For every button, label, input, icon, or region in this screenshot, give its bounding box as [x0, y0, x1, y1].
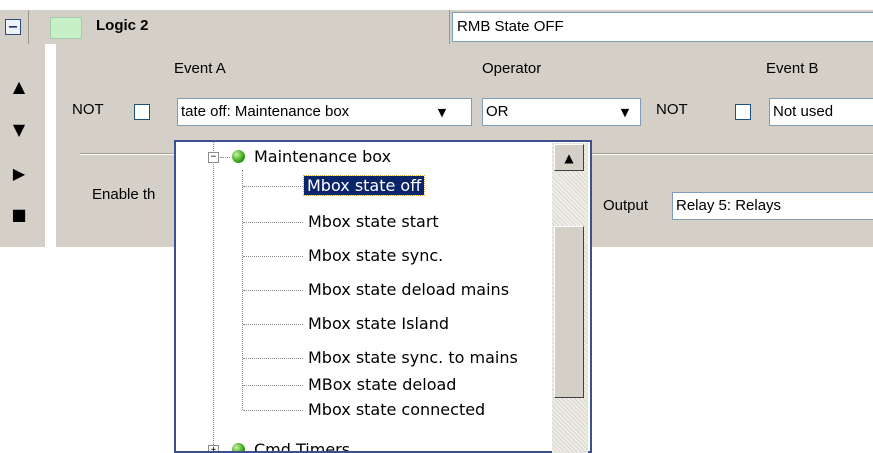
event-a-heading: Event A — [174, 60, 226, 77]
minus-icon: − — [7, 19, 19, 35]
header-divider — [28, 10, 29, 44]
event-b-select[interactable]: Not used — [769, 98, 873, 126]
output-value: Relay 5: Relays — [676, 197, 782, 214]
green-status-icon — [232, 443, 245, 451]
tree-item-mbox-state-off[interactable]: Mbox state off — [302, 174, 426, 198]
play-icon: ▶ — [12, 163, 26, 183]
play-button[interactable]: ▶ — [8, 163, 30, 183]
triangle-down-icon: ▼ — [12, 119, 26, 139]
not-a-label: NOT — [72, 101, 104, 118]
tree-item-mbox-state-sync-to-mains[interactable]: Mbox state sync. to mains — [308, 346, 518, 370]
tree-line — [243, 186, 303, 187]
chevron-down-icon: ▼ — [620, 105, 630, 119]
tree-item-mbox-state-deload[interactable]: MBox state deload — [308, 373, 456, 397]
logic-label-input[interactable]: RMB State OFF — [452, 12, 873, 42]
tree-item-mbox-state-start[interactable]: Mbox state start — [308, 210, 439, 234]
chevron-down-icon: ▼ — [437, 105, 447, 119]
event-b-value: Not used — [773, 103, 834, 120]
output-label: Output — [603, 197, 649, 214]
tree-item-mbox-state-sync[interactable]: Mbox state sync. — [308, 244, 443, 268]
tree-line — [243, 256, 303, 257]
event-a-dropdown-arrow[interactable]: ▼ — [433, 100, 451, 124]
scroll-up-button[interactable]: ▲ — [554, 144, 584, 171]
scroll-thumb[interactable] — [554, 226, 584, 398]
collapse-button[interactable]: − — [5, 19, 21, 35]
not-b-label: NOT — [656, 101, 688, 118]
tree-line — [243, 324, 303, 325]
tree-item-mbox-state-island[interactable]: Mbox state Island — [308, 312, 449, 336]
tree-item-mbox-state-connected[interactable]: Mbox state connected — [308, 398, 485, 422]
enable-label: Enable th — [92, 186, 156, 203]
tree-line — [243, 222, 303, 223]
collapse-node-icon[interactable]: − — [208, 152, 219, 163]
tree-group-cmd-timers[interactable]: Cmd Timers — [254, 438, 350, 451]
tree-line — [220, 157, 230, 158]
tree-group-maintenance-box[interactable]: Maintenance box — [254, 145, 391, 169]
operator-dropdown-arrow[interactable]: ▼ — [616, 100, 634, 124]
not-a-checkbox[interactable] — [134, 104, 150, 120]
tree-line — [243, 385, 303, 386]
not-b-checkbox[interactable] — [735, 104, 751, 120]
tree-line — [243, 290, 303, 291]
logic-color-swatch[interactable] — [50, 17, 82, 39]
tree-line — [243, 358, 303, 359]
logic-title: Logic 2 — [96, 17, 149, 34]
move-up-button[interactable]: ▲ — [8, 76, 30, 96]
green-status-icon — [232, 150, 245, 163]
operator-heading: Operator — [482, 60, 542, 77]
stop-button[interactable]: ■ — [8, 204, 30, 224]
triangle-up-icon: ▲ — [12, 76, 26, 96]
event-b-heading: Event B — [766, 60, 819, 77]
stop-icon: ■ — [11, 204, 27, 224]
tree-line — [243, 410, 303, 411]
event-a-value: tate off: Maintenance box — [181, 103, 350, 120]
event-a-select[interactable]: tate off: Maintenance box — [177, 98, 472, 126]
triangle-up-icon: ▲ — [564, 150, 574, 165]
event-a-dropdown-list[interactable]: − Maintenance box Mbox state off Mbox st… — [174, 140, 592, 453]
operator-value: OR — [486, 103, 509, 120]
tree-line — [213, 142, 214, 451]
expand-node-icon[interactable]: + — [208, 445, 219, 451]
move-down-button[interactable]: ▼ — [8, 119, 30, 139]
tree-item-mbox-state-deload-mains[interactable]: Mbox state deload mains — [308, 278, 509, 302]
header-divider — [449, 10, 450, 44]
output-select[interactable]: Relay 5: Relays — [672, 192, 873, 220]
